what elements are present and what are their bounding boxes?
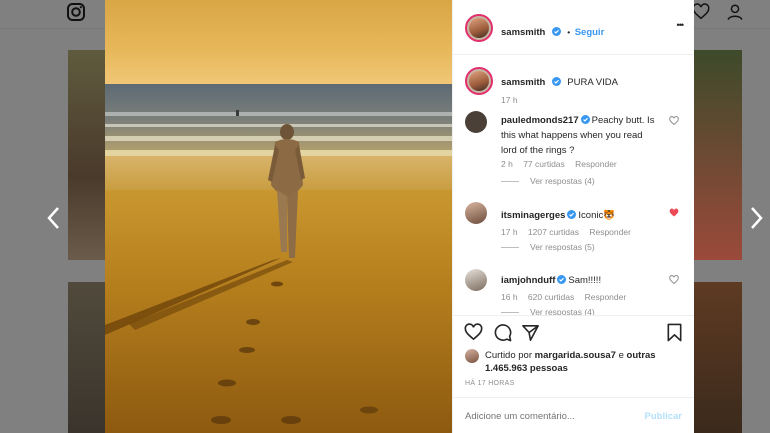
verified-icon: [580, 115, 590, 124]
post-actions: [453, 316, 694, 346]
comment-time: 17 h: [501, 227, 518, 237]
caption-text: PURA VIDA: [567, 77, 618, 88]
view-replies-button[interactable]: Ver respostas (4): [501, 176, 595, 186]
avatar[interactable]: [465, 349, 479, 363]
comment-item: itsminagerges Iconic🐯 17 h 1207 curtidas …: [453, 200, 694, 260]
heart-icon[interactable]: [692, 3, 710, 21]
post-modal: samsmith • Seguir ••• samsmith PURA VIDA…: [105, 0, 694, 433]
follow-button[interactable]: Seguir: [575, 27, 605, 38]
feed-thumbnail[interactable]: [693, 50, 742, 260]
comment-item: pauledmonds217 Peachy butt. Is this what …: [453, 107, 694, 187]
more-options-icon[interactable]: •••: [677, 20, 685, 30]
comment-icon[interactable]: [493, 323, 512, 342]
caption: samsmith PURA VIDA 17 h: [453, 55, 694, 105]
verified-icon: [551, 27, 561, 36]
feed-thumbnail[interactable]: [68, 50, 106, 260]
comment-time: 16 h: [501, 292, 518, 302]
avatar[interactable]: [465, 14, 493, 42]
liked-by-user[interactable]: margarida.sousa7: [535, 350, 616, 361]
profile-icon[interactable]: [726, 3, 744, 21]
verified-icon: [567, 210, 577, 219]
comment-likes[interactable]: 77 curtidas: [523, 159, 565, 169]
comment-likes[interactable]: 1207 curtidas: [528, 227, 579, 237]
view-replies-label: Ver respostas (5): [530, 242, 595, 252]
avatar[interactable]: [465, 111, 487, 133]
reply-button[interactable]: Responder: [589, 227, 631, 237]
post-side-panel: samsmith • Seguir ••• samsmith PURA VIDA…: [452, 0, 694, 433]
publish-button[interactable]: Publicar: [645, 411, 683, 422]
prev-arrow-icon[interactable]: [44, 205, 64, 231]
comment-username[interactable]: itsminagerges: [501, 210, 565, 221]
reply-button[interactable]: Responder: [585, 292, 627, 302]
feed-thumbnail[interactable]: [693, 282, 742, 433]
instagram-icon[interactable]: [66, 2, 86, 22]
comment-username[interactable]: iamjohnduff: [501, 275, 555, 286]
bookmark-icon[interactable]: [666, 323, 683, 342]
verified-icon: [557, 275, 567, 284]
comment-like-heart-icon[interactable]: [669, 275, 679, 285]
reply-button[interactable]: Responder: [575, 159, 617, 169]
beach-sunset-image: [105, 0, 452, 433]
comments-list[interactable]: samsmith PURA VIDA 17 h pauledmonds217 Pe…: [453, 55, 694, 315]
avatar[interactable]: [465, 202, 487, 224]
comment-likes[interactable]: 620 curtidas: [528, 292, 574, 302]
comment-text: Iconic: [578, 210, 604, 221]
avatar[interactable]: [465, 269, 487, 291]
comment-username[interactable]: pauledmonds217: [501, 115, 579, 126]
liked-by-label: Curtido por: [485, 350, 532, 361]
comment-liked-heart-icon[interactable]: [669, 208, 679, 218]
post-timestamp[interactable]: HÁ 17 HORAS: [465, 380, 515, 387]
next-arrow-icon[interactable]: [746, 205, 766, 231]
likes-summary: Curtido por margarida.sousa7 e outras 1.…: [465, 348, 689, 378]
comment-form: Publicar: [453, 398, 694, 433]
comment-input[interactable]: [465, 407, 635, 425]
verified-icon: [551, 77, 561, 86]
share-icon[interactable]: [521, 323, 540, 342]
separator-dot: •: [567, 27, 571, 37]
comment-like-heart-icon[interactable]: [669, 116, 679, 126]
like-heart-icon[interactable]: [464, 323, 483, 342]
view-replies-label: Ver respostas (4): [530, 176, 595, 186]
comment-text: Sam!!!!!: [568, 275, 602, 286]
comment-item: iamjohnduff Sam!!!!! 16 h 620 curtidas Re…: [453, 267, 694, 315]
liked-by-connector: e: [618, 350, 624, 361]
view-replies-label: Ver respostas (4): [530, 307, 595, 315]
tiger-emoji: 🐯: [603, 210, 616, 221]
caption-username[interactable]: samsmith: [501, 77, 545, 88]
feed-thumbnail[interactable]: [68, 282, 106, 433]
post-header: samsmith • Seguir •••: [453, 0, 694, 54]
post-author-username[interactable]: samsmith: [501, 27, 545, 38]
view-replies-button[interactable]: Ver respostas (4): [501, 307, 595, 315]
post-photo[interactable]: [105, 0, 452, 433]
view-replies-button[interactable]: Ver respostas (5): [501, 242, 595, 252]
caption-time: 17 h: [501, 95, 518, 105]
avatar[interactable]: [465, 67, 493, 95]
comment-time: 2 h: [501, 159, 513, 169]
